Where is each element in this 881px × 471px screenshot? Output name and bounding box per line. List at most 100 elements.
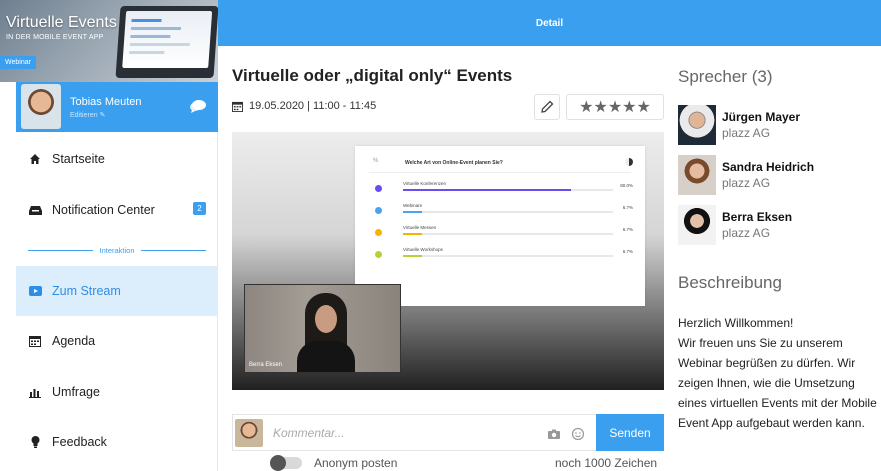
option-dot [375,185,382,192]
laptop-illustration [115,6,218,78]
speaker-company: plazz AG [722,126,771,140]
poll-option-label: Virtuelle Konferenzen [403,181,446,186]
webcam-overlay: Berra Eksen [244,284,401,373]
webcam-name-label: Berra Eksen [249,362,283,368]
chat-icon[interactable] [190,99,206,113]
event-datetime-text: 19.05.2020 | 11:00 - 11:45 [249,100,377,112]
slide-logo-icon: % [373,158,379,164]
banner-title: Virtuelle Events [6,14,117,31]
poll-option-percent: 6.7% [622,205,633,210]
event-title: Virtuelle oder „digital only“ Events [232,66,513,85]
camera-icon[interactable] [547,427,561,441]
user-profile[interactable]: Tobias Meuten Editieren ✎ [16,82,218,132]
anonymous-label: Anonym posten [314,456,398,470]
notification-count-badge: 2 [193,202,206,215]
sidebar-item-notification-center[interactable]: Notification Center 2 [16,187,218,233]
top-bar: Detail [218,0,881,46]
description-body: Herzlich Willkommen! Wir freuen uns Sie … [678,316,877,430]
poll-option-label: Virtuelle Messen [403,225,437,230]
calendar-icon [28,334,42,348]
poll-option-percent: 80.0% [620,183,633,188]
sidebar-item-label: Notification Center [52,203,155,217]
shared-slide: % Welche Art von Online-Event planen Sie… [355,146,645,306]
speaker-name: Berra Eksen [722,210,793,224]
sidebar-item-zum-stream[interactable]: Zum Stream [16,266,218,316]
pie-chart-icon [625,158,633,166]
poll-question: Welche Art von Online-Event planen Sie? [405,160,503,166]
speaker-company: plazz AG [722,176,771,190]
speaker-avatar [678,205,716,245]
sidebar-item-label: Feedback [52,435,107,449]
video-stream[interactable]: % Welche Art von Online-Event planen Sie… [232,132,664,390]
poll-option: Webinare 6.7% [371,202,633,222]
sidebar-item-startseite[interactable]: Startseite [16,136,218,182]
profile-edit-link[interactable]: Editieren ✎ [70,111,105,119]
option-dot [375,251,382,258]
speakers-count: (3) [751,67,773,86]
sidebar: Virtuelle Events IN DER MOBILE EVENT APP… [0,0,218,471]
speaker-name: Sandra Heidrich [722,160,815,174]
description-text: Herzlich Willkommen! Wir freuen uns Sie … [678,313,878,433]
webinar-tag: Webinar [0,56,36,69]
home-icon [28,152,42,166]
poll-bar-fill [403,255,422,257]
anonymous-toggle[interactable] [270,455,302,471]
anonymous-post-row: Anonym posten [270,455,398,471]
speaker-item[interactable]: Berra Eksen plazz AG [678,205,878,247]
speaker-avatar [678,155,716,195]
profile-name: Tobias Meuten [70,96,142,108]
speaker-item[interactable]: Sandra Heidrich plazz AG [678,155,878,197]
calendar-icon [232,101,243,112]
sidebar-item-agenda[interactable]: Agenda [16,318,218,364]
speakers-heading: Sprecher (3) [678,67,773,87]
comment-input[interactable] [273,425,533,440]
speaker-avatar [678,105,716,145]
poll-option-label: Virtuelle Workshops [403,247,443,252]
option-dot [375,207,382,214]
speaker-name: Jürgen Mayer [722,110,801,124]
edit-note-button[interactable] [534,94,560,120]
poll-option: Virtuelle Konferenzen 80.0% [371,180,633,200]
emoji-icon[interactable] [571,427,585,441]
comment-bar: Senden [232,414,664,451]
star-rating[interactable]: ★★★★★ [566,94,664,120]
poll-bar-fill [403,233,422,235]
poll-bar-fill [403,189,571,191]
option-dot [375,229,382,236]
sidebar-item-label: Umfrage [52,385,100,399]
page-title: Detail [535,17,564,29]
play-icon [28,284,42,298]
profile-edit-label: Editieren [70,112,98,119]
poll-option: Virtuelle Messen 6.7% [371,224,633,244]
poll-bar-fill [403,211,422,213]
event-datetime: 19.05.2020 | 11:00 - 11:45 [232,100,376,112]
sidebar-item-feedback[interactable]: Feedback [16,419,218,465]
poll-option-percent: 6.7% [622,249,633,254]
sidebar-item-label: Agenda [52,334,96,348]
banner-subtitle: IN DER MOBILE EVENT APP [6,34,104,41]
section-divider-interaktion: Interaktion [28,243,206,257]
inbox-icon [28,203,42,217]
bar-chart-icon [28,385,42,399]
sidebar-item-label: Zum Stream [52,284,121,298]
speakers-heading-text: Sprecher [678,67,747,86]
poll-option-label: Webinare [403,203,423,208]
sidebar-item-umfrage[interactable]: Umfrage [16,369,218,415]
section-label: Interaktion [99,245,135,255]
description-heading: Beschreibung [678,273,782,292]
rating-stars[interactable]: ★★★★★ [579,97,651,117]
event-banner: Virtuelle Events IN DER MOBILE EVENT APP… [0,0,218,82]
avatar [21,84,61,129]
app-root: Virtuelle Events IN DER MOBILE EVENT APP… [0,0,881,471]
character-counter: noch 1000 Zeichen [555,456,658,470]
sidebar-item-label: Startseite [52,152,105,166]
poll-option-percent: 6.7% [622,227,633,232]
pencil-icon: ✎ [99,112,106,119]
send-button[interactable]: Senden [596,414,664,451]
speaker-company: plazz AG [722,226,771,240]
lightbulb-icon [28,435,42,449]
speaker-item[interactable]: Jürgen Mayer plazz AG [678,105,878,147]
poll-option: Virtuelle Workshops 6.7% [371,246,633,266]
avatar [235,418,263,447]
pencil-icon [541,100,554,113]
